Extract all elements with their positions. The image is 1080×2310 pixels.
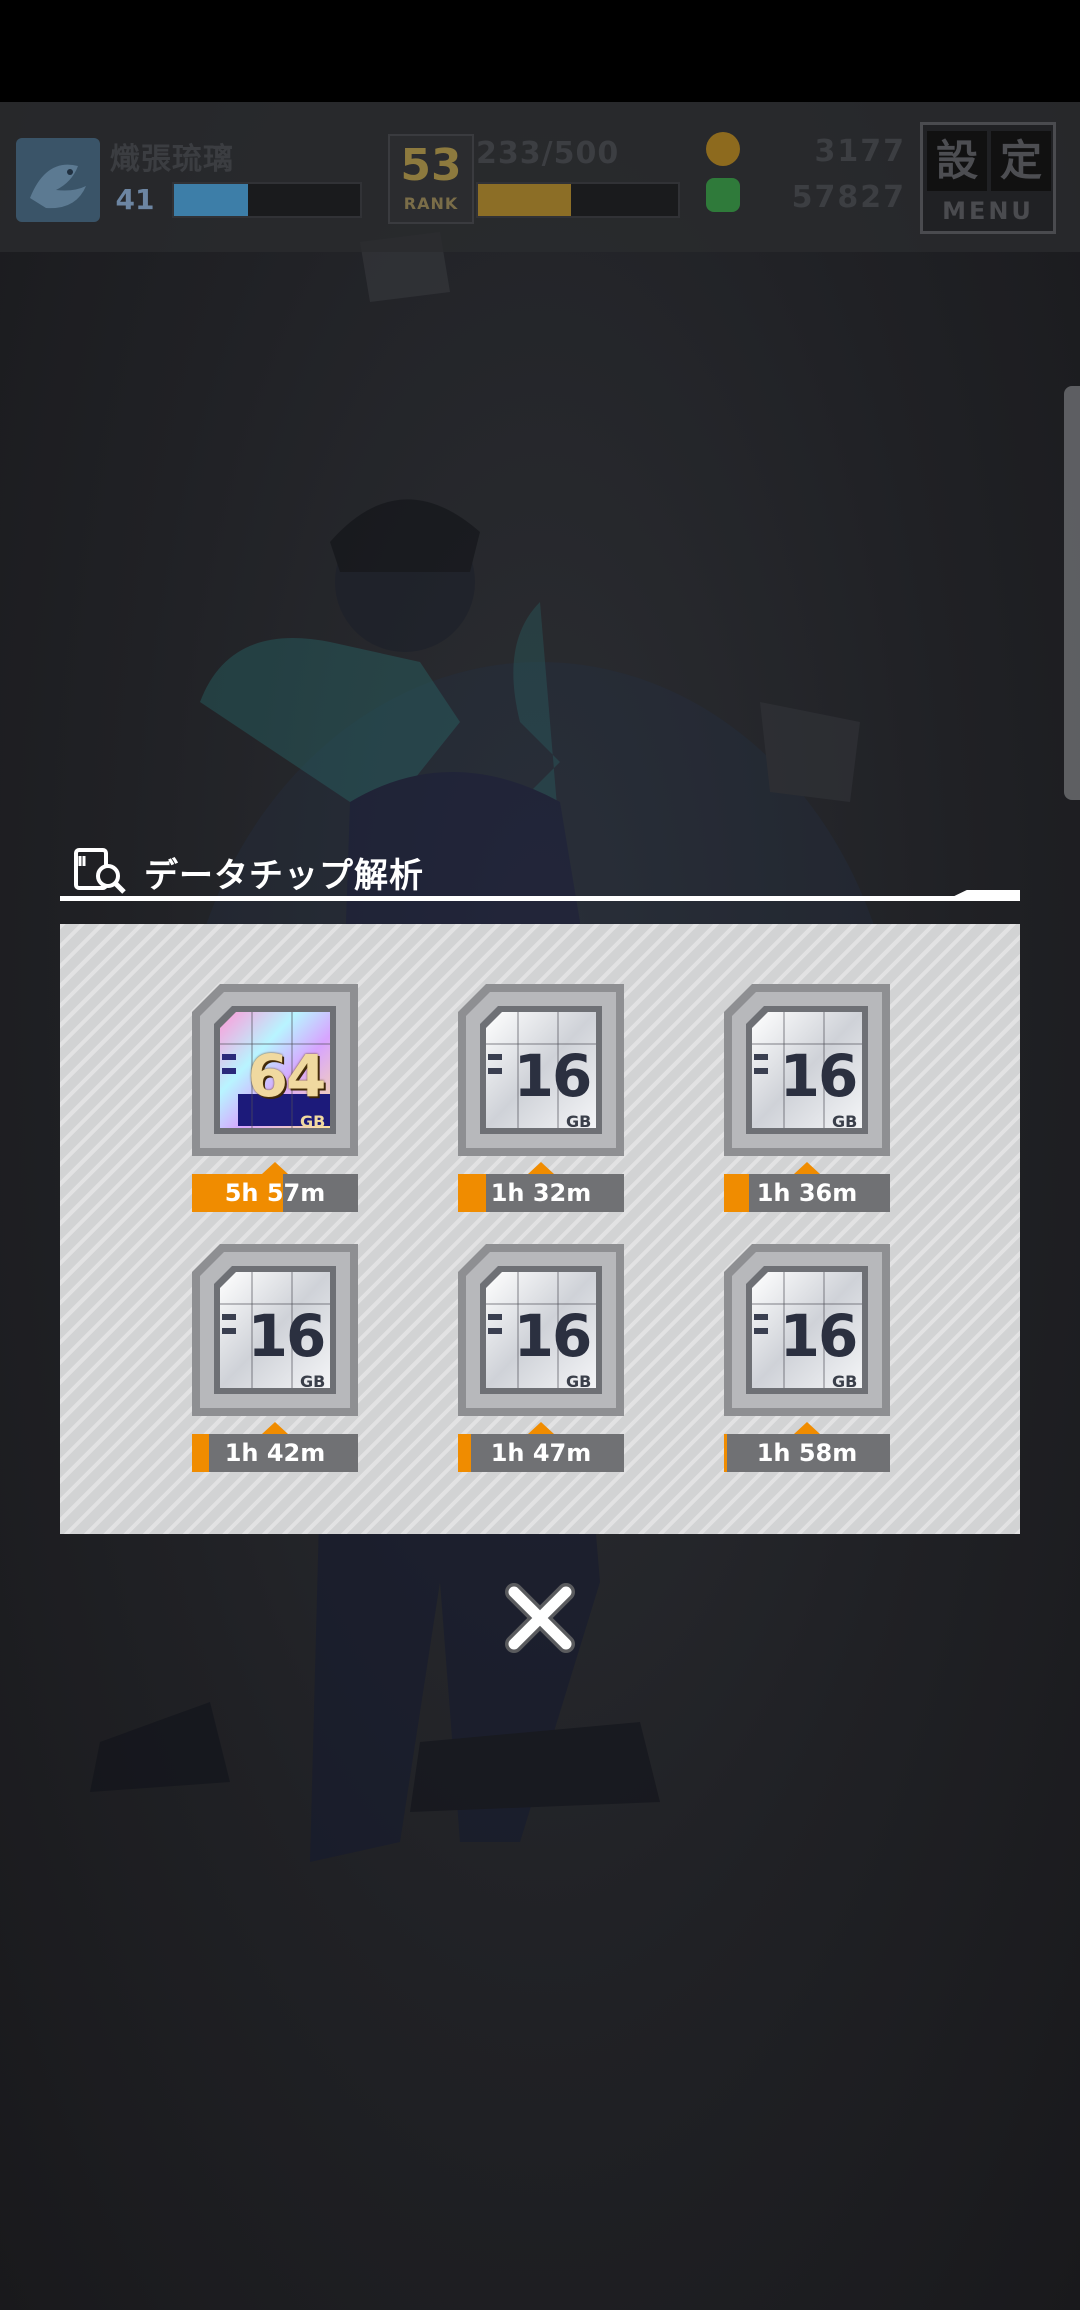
coin-icon xyxy=(706,132,740,166)
stamina-text: 233/500 xyxy=(476,136,620,171)
chip-timer: 1h 32m xyxy=(458,1174,624,1212)
top-hud: 熾張琉璃 41 53 RANK 233/500 3177 57827 設 定 M… xyxy=(0,102,1080,252)
stamina-bar xyxy=(476,182,680,218)
close-icon[interactable] xyxy=(500,1578,580,1658)
chip-unit: GB xyxy=(832,1372,858,1391)
player-exp-fill xyxy=(174,184,249,216)
coin-value: 3177 xyxy=(814,134,906,169)
menu-button[interactable]: 設 定 MENU xyxy=(920,122,1056,234)
bird-icon xyxy=(30,164,86,209)
chip-capacity: 16 xyxy=(513,1042,593,1110)
menu-kanji-2: 定 xyxy=(991,131,1051,191)
rank-label: RANK xyxy=(403,194,459,213)
data-chip-card[interactable]: 16 GB 1h 47m xyxy=(458,1244,624,1472)
player-exp-bar xyxy=(172,182,362,218)
chip-timer-text: 5h 57m xyxy=(224,1179,326,1207)
chip-panel: 64 GB 5h 57m 16 GB 1h 32m 16 GB 1h 36m 16 GB 1h 42m… xyxy=(60,924,1020,1534)
chip-unit: GB xyxy=(300,1372,326,1391)
data-chip-card[interactable]: 16 GB 1h 36m xyxy=(724,984,890,1212)
player-avatar[interactable] xyxy=(16,138,100,222)
chip-capacity: 16 xyxy=(247,1302,327,1370)
chip-timer-text: 1h 36m xyxy=(756,1179,858,1207)
chip-capacity: 16 xyxy=(779,1042,859,1110)
dialog-title: データチップ解析 xyxy=(144,856,424,896)
rank-badge: 53 RANK xyxy=(388,134,474,224)
system-status-bar xyxy=(0,0,1080,102)
chip-timer-text: 1h 42m xyxy=(224,1439,326,1467)
chip-timer: 1h 42m xyxy=(192,1434,358,1472)
menu-kanji-1: 設 xyxy=(927,131,987,191)
data-chip-card[interactable]: 16 GB 1h 58m xyxy=(724,1244,890,1472)
player-level: 41 xyxy=(115,183,155,216)
chip-unit: GB xyxy=(566,1112,592,1131)
rank-value: 53 xyxy=(400,140,462,191)
chip-timer-text: 1h 58m xyxy=(756,1439,858,1467)
chip-analyze-icon xyxy=(74,848,126,894)
data-chip-card[interactable]: 16 GB 1h 42m xyxy=(192,1244,358,1472)
menu-label: MENU xyxy=(942,197,1034,225)
player-name: 熾張琉璃 xyxy=(110,142,234,177)
chip-unit: GB xyxy=(300,1112,326,1131)
chip-timer: 5h 57m xyxy=(192,1174,358,1212)
chip-unit: GB xyxy=(832,1112,858,1131)
chip-timer: 1h 58m xyxy=(724,1434,890,1472)
side-scroll-handle[interactable] xyxy=(1064,386,1080,800)
chip-capacity: 64 xyxy=(247,1042,327,1110)
title-underline xyxy=(60,896,1020,901)
chip-capacity: 16 xyxy=(779,1302,859,1370)
chip-timer: 1h 47m xyxy=(458,1434,624,1472)
gem-value: 57827 xyxy=(791,180,906,215)
chip-unit: GB xyxy=(566,1372,592,1391)
stamina-fill xyxy=(478,184,572,216)
chip-timer-text: 1h 32m xyxy=(490,1179,592,1207)
data-chip-card[interactable]: 64 GB 5h 57m xyxy=(192,984,358,1212)
chip-capacity: 16 xyxy=(513,1302,593,1370)
chip-timer: 1h 36m xyxy=(724,1174,890,1212)
data-chip-card[interactable]: 16 GB 1h 32m xyxy=(458,984,624,1212)
gem-icon xyxy=(706,178,740,212)
chip-timer-text: 1h 47m xyxy=(490,1439,592,1467)
